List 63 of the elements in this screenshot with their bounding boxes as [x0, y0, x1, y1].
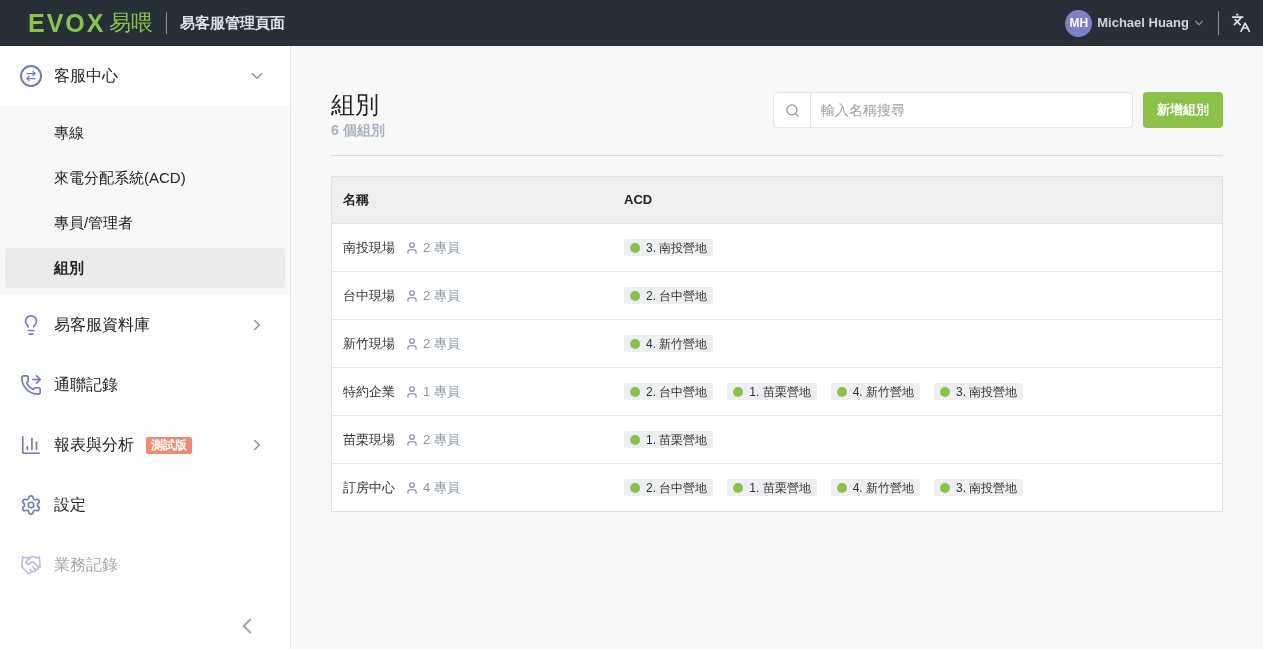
acd-tag: 3. 南投營地: [624, 239, 714, 256]
sidebar-item[interactable]: 客服中心: [0, 46, 290, 106]
acd-tag: 1. 苗栗營地: [624, 431, 714, 448]
acd-tag: 3. 南投營地: [934, 479, 1024, 496]
member-count: 2 專員: [423, 286, 460, 305]
acd-tag: 2. 台中營地: [624, 479, 714, 496]
person-icon: [405, 240, 419, 255]
logo: EVOX: [28, 10, 106, 36]
group-name: 訂房中心: [343, 478, 395, 497]
app-title: 易客服管理頁面: [180, 12, 286, 33]
sidebar-item[interactable]: 報表與分析 測試版: [0, 415, 290, 475]
acd-tag: 4. 新竹營地: [624, 335, 714, 352]
member-count: 2 專員: [423, 430, 460, 449]
search-icon: [784, 102, 800, 118]
user-name[interactable]: Michael Huang: [1097, 13, 1189, 33]
acd-tag: 2. 台中營地: [624, 287, 714, 304]
user-avatar[interactable]: MH: [1065, 9, 1093, 37]
handshake-icon: [20, 554, 42, 576]
column-header: 名稱: [342, 191, 370, 210]
group-name: 苗栗現場: [343, 430, 395, 449]
member-count: 2 專員: [423, 334, 460, 353]
group-name: 新竹現場: [343, 334, 395, 353]
translate-icon[interactable]: [1231, 13, 1251, 33]
page-title: 組別: [331, 90, 380, 120]
sidebar-item[interactable]: 易客服資料庫: [0, 295, 290, 355]
person-icon: [405, 288, 419, 303]
acd-tag: 4. 新竹營地: [830, 479, 921, 496]
person-icon: [405, 384, 419, 399]
logo-text: 易喂: [109, 12, 154, 34]
search-field[interactable]: 輸入名稱搜尋: [811, 92, 1133, 128]
acd-tag: 1. 苗栗營地: [727, 479, 817, 496]
swap-icon: [20, 65, 42, 87]
submenu-item[interactable]: 專員/管理者: [5, 203, 285, 243]
acd-tag: 1. 苗栗營地: [727, 383, 817, 400]
group-count: 6 個組別: [331, 121, 385, 140]
settings-icon: [20, 494, 42, 516]
person-icon: [405, 480, 419, 495]
person-icon: [405, 432, 419, 447]
sidebar-label: 業務記錄: [54, 555, 118, 575]
submenu-item[interactable]: 組別: [5, 248, 285, 288]
sidebar-label: 報表與分析: [54, 435, 134, 455]
submenu-item[interactable]: 專線: [5, 113, 285, 153]
sidebar-item[interactable]: 通聯記錄: [0, 355, 290, 415]
submenu-item[interactable]: 來電分配系統(ACD): [5, 158, 285, 198]
person-icon: [405, 336, 419, 351]
acd-tag: 2. 台中營地: [624, 383, 714, 400]
acd-tag: 3. 南投營地: [934, 383, 1024, 400]
sidebar-label: 易客服資料庫: [54, 315, 150, 335]
group-name: 特約企業: [343, 382, 395, 401]
bar-chart-icon: [20, 434, 42, 456]
member-count: 4 專員: [423, 478, 460, 497]
group-name: 台中現場: [343, 286, 395, 305]
sidebar-label: 通聯記錄: [54, 375, 118, 395]
member-count: 2 專員: [423, 238, 460, 257]
column-header: ACD: [624, 191, 653, 210]
member-count: 1 專員: [423, 382, 460, 401]
phone-icon: [20, 374, 42, 396]
sidebar-label: 客服中心: [54, 66, 118, 86]
group-name: 南投現場: [343, 238, 395, 257]
sidebar-label: 設定: [54, 495, 86, 515]
beta-badge: 測試版: [146, 436, 192, 454]
sidebar-item[interactable]: 設定: [0, 475, 290, 535]
acd-tag: 4. 新竹營地: [830, 383, 921, 400]
